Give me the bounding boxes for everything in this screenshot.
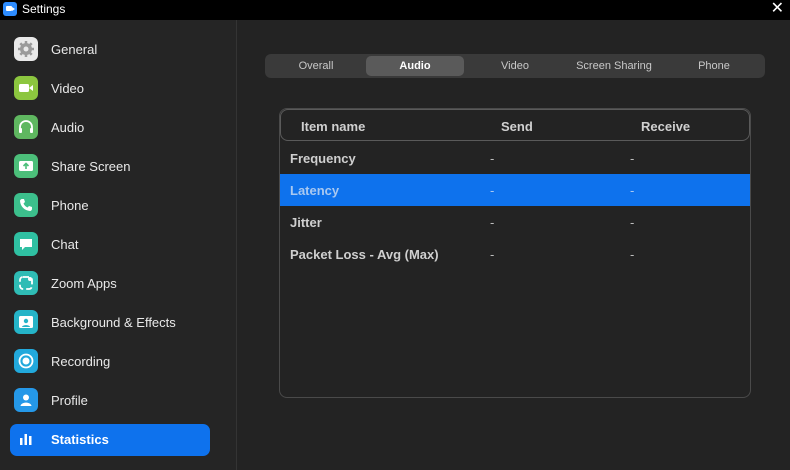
phone-icon xyxy=(14,193,38,217)
send-cell: - xyxy=(490,247,495,262)
sidebar-item-label: Share Screen xyxy=(51,159,131,174)
sidebar-item-phone[interactable]: Phone xyxy=(10,190,210,222)
sidebar-item-label: Chat xyxy=(51,237,79,252)
table-row[interactable]: Frequency - - xyxy=(280,142,750,174)
bar-chart-icon xyxy=(14,427,38,451)
sidebar-item-label: Video xyxy=(51,81,85,96)
item-name-cell: Latency xyxy=(290,183,340,198)
sidebar-item-label: Phone xyxy=(51,198,89,213)
send-cell: - xyxy=(490,215,495,230)
tab-audio[interactable]: Audio xyxy=(366,56,464,76)
item-name-cell: Packet Loss - Avg (Max) xyxy=(290,247,439,262)
table-row[interactable]: Latency - - xyxy=(280,174,750,206)
send-cell: - xyxy=(490,183,495,198)
sidebar-item-zoom-apps[interactable]: Zoom Apps xyxy=(10,268,210,300)
item-name-cell: Frequency xyxy=(290,151,356,166)
gear-icon xyxy=(14,37,38,61)
sidebar-item-label: Profile xyxy=(51,393,88,408)
sidebar-item-label: Background & Effects xyxy=(51,315,176,330)
receive-cell: - xyxy=(630,183,635,198)
table-row[interactable]: Packet Loss - Avg (Max) - - xyxy=(280,238,750,270)
column-header-item-name: Item name xyxy=(301,119,366,134)
sidebar-item-chat[interactable]: Chat xyxy=(10,229,210,261)
sidebar-item-label: Statistics xyxy=(51,432,109,447)
column-header-send: Send xyxy=(501,119,533,134)
sidebar-item-share-screen[interactable]: Share Screen xyxy=(10,151,210,183)
sidebar-item-video[interactable]: Video xyxy=(10,73,210,105)
stats-tab-bar: Overall Audio Video Screen Sharing Phone xyxy=(265,54,765,78)
sidebar-item-recording[interactable]: Recording xyxy=(10,346,210,378)
sidebar-item-audio[interactable]: Audio xyxy=(10,112,210,144)
title-bar: Settings ✕ xyxy=(0,0,790,20)
background-icon xyxy=(14,310,38,334)
receive-cell: - xyxy=(630,151,635,166)
sidebar-item-general[interactable]: General xyxy=(10,34,210,66)
apps-icon xyxy=(14,271,38,295)
zoom-app-icon xyxy=(3,2,17,16)
video-camera-icon xyxy=(14,76,38,100)
headphones-icon xyxy=(14,115,38,139)
profile-icon xyxy=(14,388,38,412)
close-button[interactable]: ✕ xyxy=(771,0,784,18)
column-header-receive: Receive xyxy=(641,119,691,134)
sidebar-item-label: Recording xyxy=(51,354,111,369)
receive-cell: - xyxy=(630,247,635,262)
tab-overall[interactable]: Overall xyxy=(267,56,365,76)
send-cell: - xyxy=(490,151,495,166)
table-header: Item name Send Receive xyxy=(280,109,750,141)
tab-video[interactable]: Video xyxy=(466,56,564,76)
sidebar-item-label: Zoom Apps xyxy=(51,276,117,291)
record-icon xyxy=(14,349,38,373)
sidebar-item-background-effects[interactable]: Background & Effects xyxy=(10,307,210,339)
chat-icon xyxy=(14,232,38,256)
receive-cell: - xyxy=(630,215,635,230)
audio-statistics-table: Item name Send Receive Frequency - - Lat… xyxy=(279,108,751,398)
table-row[interactable]: Jitter - - xyxy=(280,206,750,238)
sidebar-item-label: Audio xyxy=(51,120,85,135)
window-title: Settings xyxy=(22,2,66,16)
share-screen-icon xyxy=(14,154,38,178)
sidebar-item-label: General xyxy=(51,42,98,57)
tab-phone[interactable]: Phone xyxy=(665,56,763,76)
tab-screen-sharing[interactable]: Screen Sharing xyxy=(565,56,663,76)
item-name-cell: Jitter xyxy=(290,215,322,230)
sidebar: General Video Audio Share Screen Phone C… xyxy=(0,20,237,470)
sidebar-item-profile[interactable]: Profile xyxy=(10,385,210,417)
sidebar-item-statistics[interactable]: Statistics xyxy=(10,424,210,456)
